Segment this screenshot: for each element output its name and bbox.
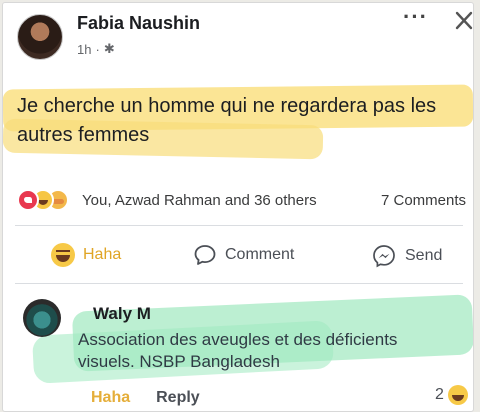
post-text: Je cherche un homme qui ne regardera pas…: [17, 95, 437, 146]
comment-reply-button[interactable]: Reply: [156, 389, 200, 407]
post-time[interactable]: 1h: [77, 42, 91, 57]
comment-label: Comment: [225, 246, 295, 263]
commenter-avatar[interactable]: [23, 299, 61, 337]
comment-actions: Haha Reply: [91, 389, 200, 407]
comment-author[interactable]: Waly M: [93, 304, 151, 324]
divider: [15, 225, 463, 226]
author-name[interactable]: Fabia Naushin: [77, 13, 200, 34]
close-icon[interactable]: [455, 10, 473, 30]
send-label: Send: [405, 247, 443, 264]
haha-icon: [447, 385, 468, 405]
comment-text: Association des aveugles et des déficien…: [78, 330, 398, 371]
comment-count[interactable]: 7 Comments: [381, 192, 466, 209]
comment-icon: [194, 245, 216, 265]
divider: [15, 283, 463, 284]
more-options-icon[interactable]: ···: [403, 6, 428, 28]
reaction-icons[interactable]: [17, 189, 69, 211]
messenger-icon: [373, 245, 395, 268]
send-button[interactable]: Send: [371, 243, 442, 269]
haha-icon: [51, 243, 75, 267]
reactions-summary[interactable]: You, Azwad Rahman and 36 others: [82, 192, 317, 209]
author-avatar[interactable]: [17, 14, 63, 60]
haha-button[interactable]: Haha: [51, 243, 121, 267]
comment-reaction-number: 2: [435, 386, 444, 403]
comment-reaction-count[interactable]: 2: [435, 385, 468, 405]
post-card: Fabia Naushin 1h · ✱ ··· Je cherche un h…: [2, 2, 474, 412]
comment-button[interactable]: Comment: [193, 243, 294, 267]
comment-haha-button[interactable]: Haha: [91, 389, 130, 407]
post-meta: 1h · ✱: [77, 41, 115, 57]
gear-icon: ✱: [103, 41, 115, 56]
meta-separator: ·: [95, 41, 100, 57]
love-icon: [17, 189, 39, 211]
haha-label: Haha: [83, 246, 122, 263]
